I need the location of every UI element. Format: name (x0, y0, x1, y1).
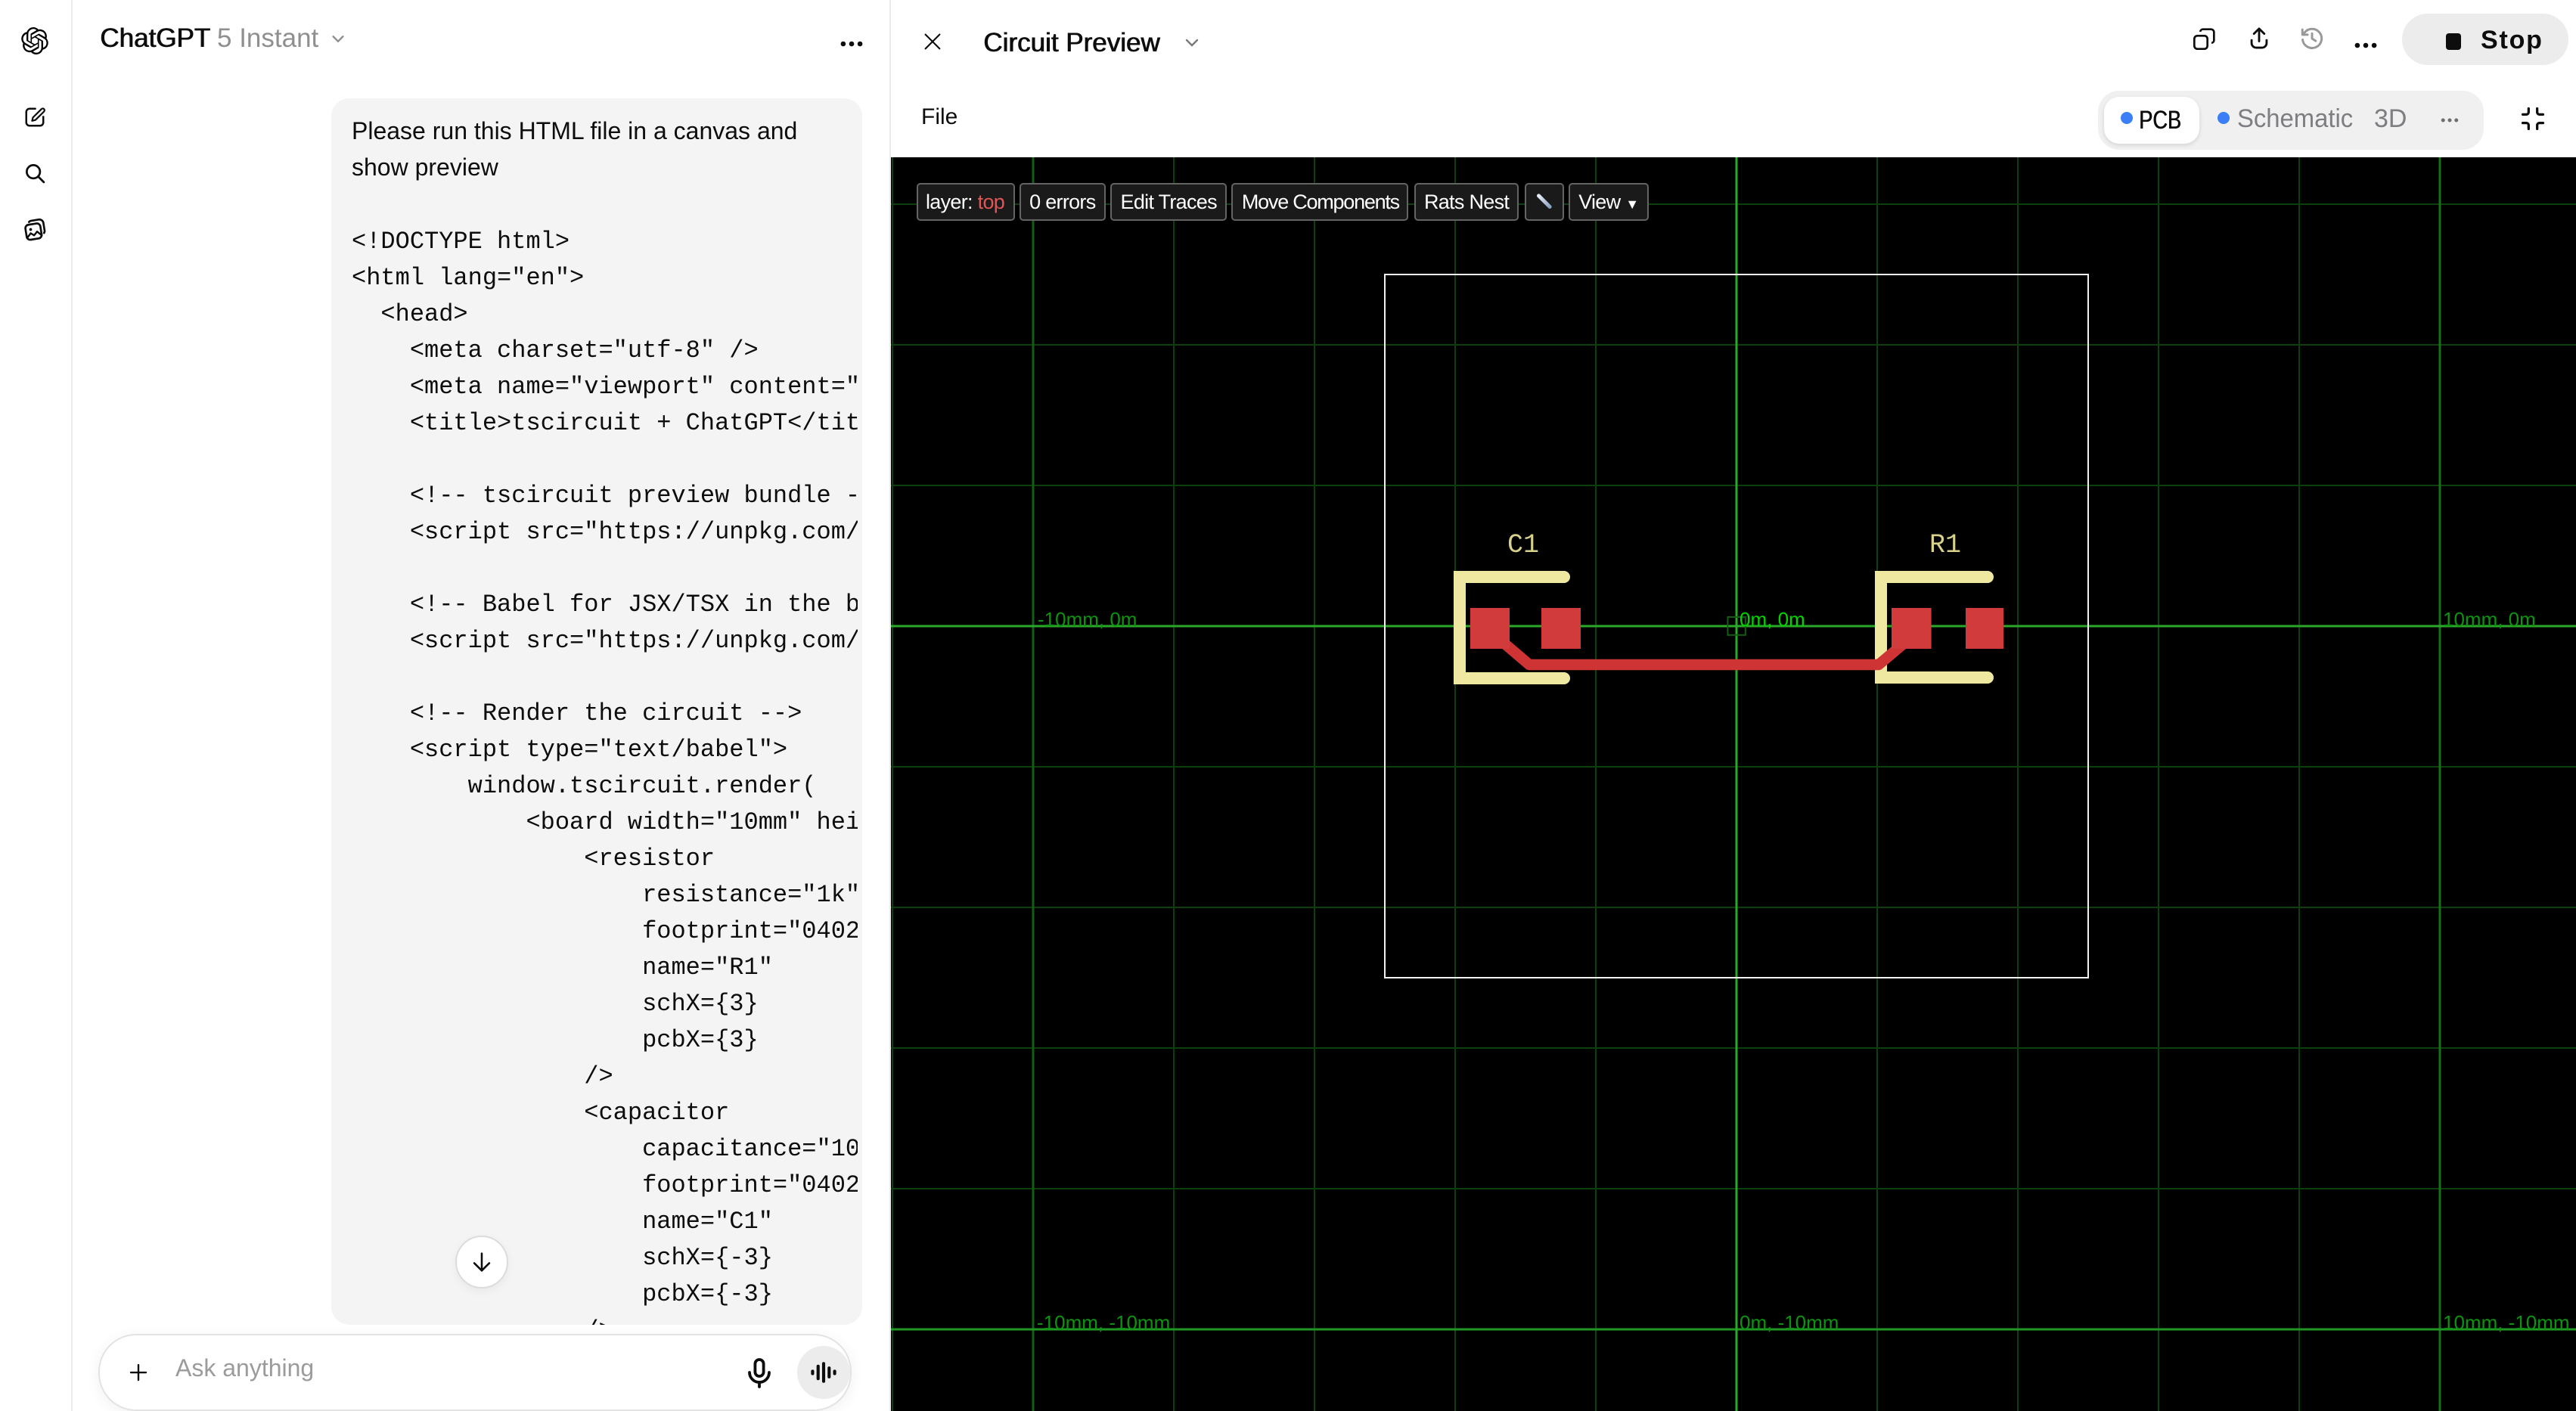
svg-text:-10mm, 0m: -10mm, 0m (1038, 608, 1137, 631)
svg-text:10mm, -10mm: 10mm, -10mm (2443, 1311, 2570, 1334)
svg-text:0m, -10mm: 0m, -10mm (1740, 1311, 1839, 1334)
svg-text:C1: C1 (1507, 530, 1539, 560)
svg-text:R1: R1 (1929, 530, 1961, 560)
svg-text:-10mm, -10mm: -10mm, -10mm (1037, 1311, 1170, 1334)
svg-text:10mm, 0m: 10mm, 0m (2443, 608, 2536, 631)
svg-text:0m, 0m: 0m, 0m (1740, 608, 1805, 631)
